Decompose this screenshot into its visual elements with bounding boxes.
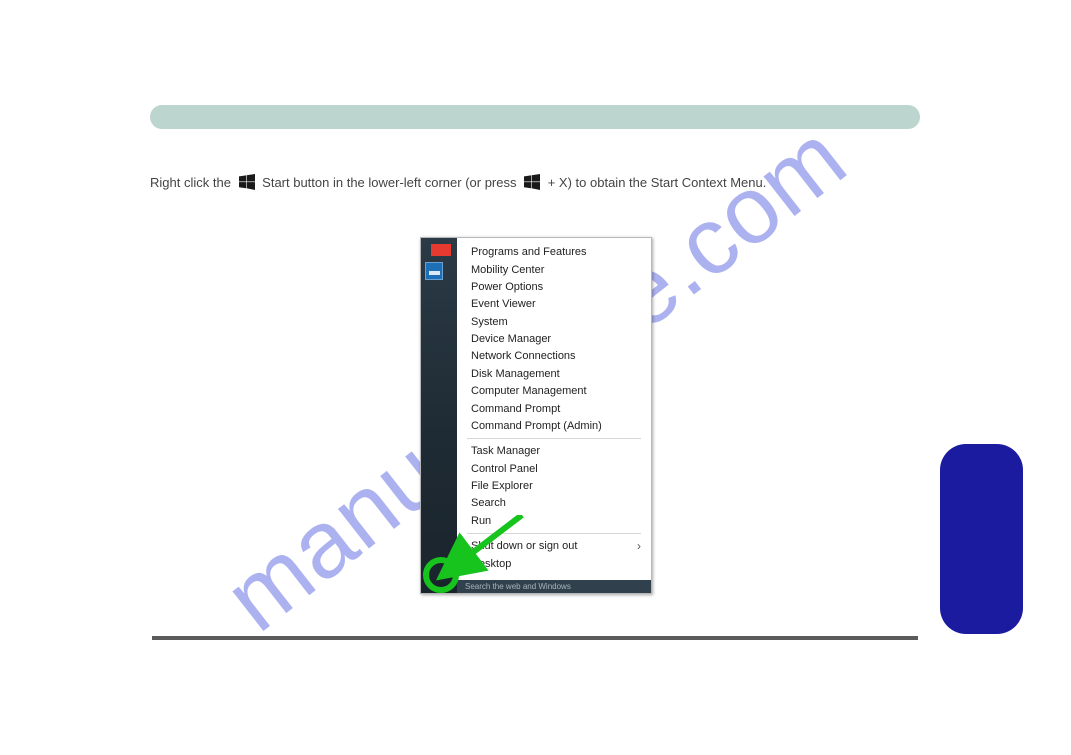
instruction-shortcut: + X) bbox=[544, 175, 572, 190]
menu-item[interactable]: File Explorer bbox=[457, 478, 651, 495]
instruction-post: to obtain the Start Context Menu. bbox=[572, 175, 766, 190]
menu-separator bbox=[467, 438, 641, 439]
start-context-menu: Programs and FeaturesMobility CenterPowe… bbox=[457, 238, 651, 580]
windows-logo-icon bbox=[239, 174, 255, 190]
menu-item[interactable]: Search bbox=[457, 495, 651, 512]
menu-item[interactable]: Event Viewer bbox=[457, 296, 651, 313]
taskbar-search-box[interactable]: Search the web and Windows bbox=[457, 580, 651, 593]
menu-item[interactable]: Shut down or sign out bbox=[457, 538, 651, 555]
instruction-pre: Right click the bbox=[150, 175, 235, 190]
section-header-bar bbox=[150, 105, 920, 129]
taskbar-tile-red bbox=[431, 244, 451, 256]
menu-item[interactable]: System bbox=[457, 314, 651, 331]
menu-item[interactable]: Power Options bbox=[457, 279, 651, 296]
footer-divider bbox=[152, 636, 918, 640]
taskbar-background bbox=[421, 238, 457, 593]
page-side-tab bbox=[940, 444, 1023, 634]
menu-item[interactable]: Command Prompt (Admin) bbox=[457, 418, 651, 435]
menu-separator bbox=[467, 533, 641, 534]
menu-item[interactable]: Task Manager bbox=[457, 443, 651, 460]
menu-item[interactable]: Control Panel bbox=[457, 461, 651, 478]
menu-item[interactable]: Programs and Features bbox=[457, 244, 651, 261]
menu-item[interactable]: Device Manager bbox=[457, 331, 651, 348]
start-context-menu-screenshot: Programs and FeaturesMobility CenterPowe… bbox=[420, 237, 652, 594]
windows-key-icon bbox=[524, 174, 540, 190]
menu-item[interactable]: Mobility Center bbox=[457, 261, 651, 278]
menu-item[interactable]: Network Connections bbox=[457, 348, 651, 365]
instruction-line: Right click the Start button in the lowe… bbox=[150, 170, 920, 194]
menu-item[interactable]: Run bbox=[457, 513, 651, 530]
menu-item[interactable]: Disk Management bbox=[457, 366, 651, 383]
instruction-mid: Start button in the lower-left corner (o… bbox=[259, 175, 521, 190]
menu-item[interactable]: Computer Management bbox=[457, 383, 651, 400]
menu-item[interactable]: Desktop bbox=[457, 555, 651, 572]
taskbar-tile-blue bbox=[425, 262, 443, 280]
menu-item[interactable]: Command Prompt bbox=[457, 400, 651, 417]
